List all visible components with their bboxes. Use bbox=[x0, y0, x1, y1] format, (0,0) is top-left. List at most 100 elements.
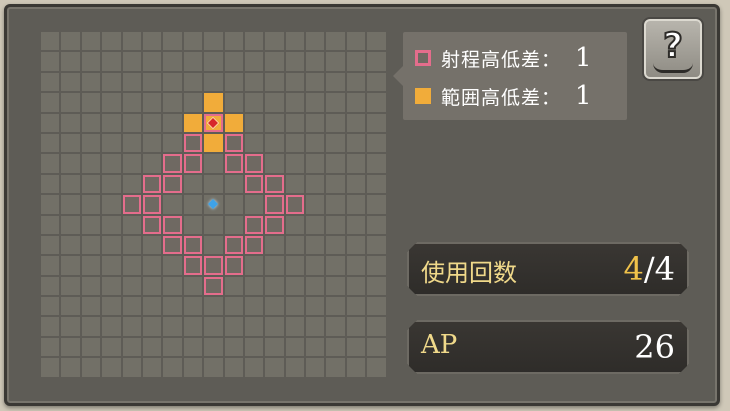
grid-cell[interactable] bbox=[41, 113, 60, 132]
grid-cell[interactable] bbox=[41, 358, 60, 377]
range-tile[interactable] bbox=[244, 154, 264, 173]
grid-cell[interactable] bbox=[41, 215, 60, 234]
player-tile[interactable] bbox=[204, 195, 223, 214]
grid-cell[interactable] bbox=[244, 337, 264, 357]
grid-cell[interactable] bbox=[204, 337, 223, 357]
grid-cell[interactable] bbox=[81, 358, 101, 377]
grid-cell[interactable] bbox=[367, 215, 386, 234]
range-tile[interactable] bbox=[265, 174, 284, 194]
grid-cell[interactable] bbox=[122, 174, 141, 194]
grid-cell[interactable] bbox=[367, 276, 386, 296]
grid-cell[interactable] bbox=[346, 72, 366, 92]
grid-cell[interactable] bbox=[285, 358, 305, 377]
grid-cell[interactable] bbox=[142, 358, 162, 377]
area-tile[interactable] bbox=[224, 113, 243, 132]
grid-cell[interactable] bbox=[224, 317, 243, 336]
grid-cell[interactable] bbox=[102, 235, 121, 255]
grid-cell[interactable] bbox=[41, 256, 60, 275]
grid-cell[interactable] bbox=[102, 297, 121, 316]
range-tile[interactable] bbox=[224, 235, 243, 255]
grid-cell[interactable] bbox=[81, 215, 101, 234]
grid-cell[interactable] bbox=[265, 358, 284, 377]
grid-cell[interactable] bbox=[81, 297, 101, 316]
grid-cell[interactable] bbox=[367, 133, 386, 153]
grid-cell[interactable] bbox=[61, 337, 80, 357]
grid-cell[interactable] bbox=[285, 93, 305, 112]
grid-cell[interactable] bbox=[204, 317, 223, 336]
grid-cell[interactable] bbox=[306, 235, 325, 255]
grid-cell[interactable] bbox=[306, 256, 325, 275]
grid-cell[interactable] bbox=[61, 358, 80, 377]
grid-cell[interactable] bbox=[285, 32, 305, 51]
grid-cell[interactable] bbox=[346, 195, 366, 214]
grid-cell[interactable] bbox=[346, 256, 366, 275]
grid-cell[interactable] bbox=[265, 276, 284, 296]
grid-cell[interactable] bbox=[367, 32, 386, 51]
range-tile[interactable] bbox=[142, 195, 162, 214]
grid-cell[interactable] bbox=[224, 195, 243, 214]
grid-cell[interactable] bbox=[285, 235, 305, 255]
range-tile[interactable] bbox=[183, 235, 203, 255]
grid-cell[interactable] bbox=[285, 154, 305, 173]
grid-cell[interactable] bbox=[306, 154, 325, 173]
grid-cell[interactable] bbox=[326, 358, 345, 377]
grid-cell[interactable] bbox=[326, 276, 345, 296]
grid-cell[interactable] bbox=[102, 52, 121, 71]
grid-cell[interactable] bbox=[306, 174, 325, 194]
grid-cell[interactable] bbox=[285, 113, 305, 132]
grid-cell[interactable] bbox=[346, 297, 366, 316]
grid-cell[interactable] bbox=[183, 337, 203, 357]
grid-cell[interactable] bbox=[204, 72, 223, 92]
grid-cell[interactable] bbox=[142, 337, 162, 357]
grid-cell[interactable] bbox=[183, 32, 203, 51]
grid-cell[interactable] bbox=[326, 72, 345, 92]
grid-cell[interactable] bbox=[41, 52, 60, 71]
grid-cell[interactable] bbox=[346, 32, 366, 51]
grid-cell[interactable] bbox=[102, 113, 121, 132]
grid-cell[interactable] bbox=[102, 276, 121, 296]
grid-cell[interactable] bbox=[346, 276, 366, 296]
grid-cell[interactable] bbox=[81, 337, 101, 357]
grid-cell[interactable] bbox=[142, 93, 162, 112]
range-tile[interactable] bbox=[285, 195, 305, 214]
grid-cell[interactable] bbox=[265, 133, 284, 153]
grid-cell[interactable] bbox=[265, 93, 284, 112]
grid-cell[interactable] bbox=[367, 256, 386, 275]
grid-cell[interactable] bbox=[306, 276, 325, 296]
grid-cell[interactable] bbox=[81, 52, 101, 71]
range-tile[interactable] bbox=[163, 174, 182, 194]
grid-cell[interactable] bbox=[41, 174, 60, 194]
grid-cell[interactable] bbox=[224, 72, 243, 92]
grid-cell[interactable] bbox=[102, 72, 121, 92]
grid-cell[interactable] bbox=[244, 195, 264, 214]
grid-cell[interactable] bbox=[142, 113, 162, 132]
grid-cell[interactable] bbox=[142, 235, 162, 255]
grid-cell[interactable] bbox=[122, 32, 141, 51]
target-tile[interactable] bbox=[204, 113, 223, 132]
grid-cell[interactable] bbox=[61, 235, 80, 255]
grid-cell[interactable] bbox=[326, 133, 345, 153]
grid-cell[interactable] bbox=[244, 133, 264, 153]
grid-cell[interactable] bbox=[306, 358, 325, 377]
grid-cell[interactable] bbox=[142, 256, 162, 275]
grid-cell[interactable] bbox=[142, 32, 162, 51]
grid-cell[interactable] bbox=[61, 195, 80, 214]
grid-cell[interactable] bbox=[41, 154, 60, 173]
range-tile[interactable] bbox=[142, 215, 162, 234]
grid-cell[interactable] bbox=[163, 337, 182, 357]
grid-cell[interactable] bbox=[285, 337, 305, 357]
grid-cell[interactable] bbox=[122, 297, 141, 316]
grid-cell[interactable] bbox=[102, 32, 121, 51]
grid-cell[interactable] bbox=[122, 93, 141, 112]
range-tile[interactable] bbox=[265, 215, 284, 234]
grid-cell[interactable] bbox=[122, 337, 141, 357]
grid-cell[interactable] bbox=[244, 297, 264, 316]
grid-cell[interactable] bbox=[163, 72, 182, 92]
grid-cell[interactable] bbox=[224, 93, 243, 112]
grid-cell[interactable] bbox=[346, 215, 366, 234]
grid-cell[interactable] bbox=[244, 52, 264, 71]
grid-cell[interactable] bbox=[367, 72, 386, 92]
grid-cell[interactable] bbox=[81, 256, 101, 275]
grid-cell[interactable] bbox=[41, 93, 60, 112]
grid-cell[interactable] bbox=[81, 133, 101, 153]
